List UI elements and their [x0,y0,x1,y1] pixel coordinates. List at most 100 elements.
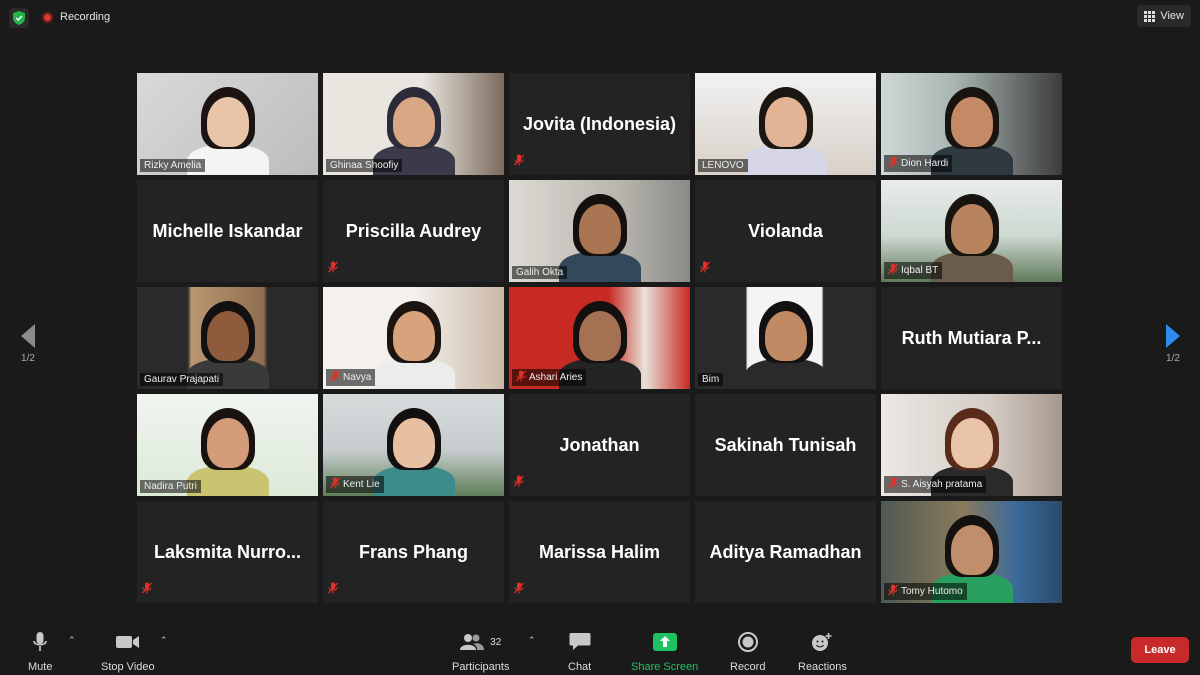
record-icon [737,632,758,652]
reactions-label: Reactions [798,661,847,673]
muted-microphone-icon [888,477,898,492]
share-screen-button[interactable]: Share Screen [631,629,698,673]
leave-button[interactable]: Leave [1131,637,1189,663]
participant-name: Ashari Aries [529,372,583,383]
muted-microphone-icon [888,584,898,599]
participant-name: Priscilla Audrey [345,220,482,241]
participant-tile[interactable]: Navya [323,287,504,389]
stop-video-label: Stop Video [101,661,155,673]
participant-tile[interactable]: Iqbal BT [881,180,1062,282]
participants-label: Participants [452,661,510,673]
smiley-add-icon [812,633,832,651]
participant-name: Jovita (Indonesia) [522,113,677,134]
participant-nameplate: Iqbal BT [884,262,943,279]
participants-options-caret[interactable]: ⌃ [528,635,536,646]
participants-icon [460,634,485,650]
muted-microphone-icon [330,370,340,385]
mute-button[interactable]: Mute [28,629,52,673]
next-page[interactable]: 1/2 [1161,322,1185,364]
reactions-button[interactable]: Reactions [798,629,847,673]
participant-nameplate: Ghinaa Shoofiy [326,159,403,172]
participant-tile[interactable]: Bim [695,287,876,389]
page-indicator-right: 1/2 [1166,353,1180,364]
mute-label: Mute [28,661,53,673]
participant-tile[interactable]: Tomy Hutomo [881,501,1062,603]
participants-count: 32 [490,636,502,648]
participant-tile[interactable]: Marissa Halim [509,501,690,603]
participant-tile[interactable]: Kent Lie [323,394,504,496]
participant-tile[interactable]: Ghinaa Shoofiy [323,73,504,175]
recording-label: Recording [60,11,111,23]
participant-nameplate: LENOVO [698,159,748,172]
participant-tile[interactable]: LENOVO [695,73,876,175]
share-screen-icon [652,633,677,651]
participant-tile[interactable]: Jonathan [509,394,690,496]
participant-name: Rizky Amelia [144,160,202,171]
muted-microphone-icon [514,153,524,171]
participant-name: Jonathan [559,434,640,455]
participants-button[interactable]: 32 Participants [452,629,509,673]
video-camera-icon [115,636,139,648]
muted-microphone-icon [888,156,898,171]
view-button[interactable]: View [1137,5,1191,27]
muted-microphone-icon [888,263,898,278]
muted-microphone-icon [514,474,524,492]
shield-icon[interactable] [9,8,29,28]
grid-view-icon [1144,10,1156,22]
view-label: View [1160,10,1184,22]
recording-indicator[interactable]: Recording [42,11,110,23]
participant-tile[interactable]: Frans Phang [323,501,504,603]
muted-microphone-icon [330,477,340,492]
participant-name: S. Aisyah pratama [901,479,983,490]
participant-tile[interactable]: Priscilla Audrey [323,180,504,282]
participant-name: Laksmita Nurro... [153,541,302,562]
share-screen-label: Share Screen [631,661,699,673]
participant-name: Violanda [748,220,823,241]
participant-tile[interactable]: Jovita (Indonesia) [509,73,690,175]
participant-name: Ruth Mutiara P... [901,327,1042,348]
participant-tile[interactable]: Sakinah Tunisah [695,394,876,496]
participant-tile[interactable]: Ruth Mutiara P... [881,287,1062,389]
participant-nameplate: Dion Hardi [884,155,953,172]
video-options-caret[interactable]: ⌃ [160,635,168,646]
participant-nameplate: Tomy Hutomo [884,583,967,600]
participant-tile[interactable]: Violanda [695,180,876,282]
participant-nameplate: Bim [698,373,724,386]
participant-nameplate: Kent Lie [326,476,384,493]
microphone-icon [33,632,48,651]
participant-name: Michelle Iskandar [152,220,303,241]
muted-microphone-icon [700,260,710,278]
participant-nameplate: Rizky Amelia [140,159,206,172]
muted-microphone-icon [142,581,152,599]
chevron-right-icon [1166,324,1180,348]
participant-nameplate: Galih Okta [512,266,568,279]
participant-tile[interactable]: Aditya Ramadhan [695,501,876,603]
participant-tile[interactable]: Galih Okta [509,180,690,282]
muted-microphone-icon [516,370,526,385]
participant-tile[interactable]: Rizky Amelia [137,73,318,175]
participant-nameplate: Gaurav Prajapati [140,373,224,386]
record-button[interactable]: Record [730,629,765,673]
participant-name: Galih Okta [516,267,564,278]
participant-name: Dion Hardi [901,158,949,169]
participant-name: Nadira Putri [144,481,197,492]
mute-options-caret[interactable]: ⌃ [68,635,76,646]
participant-tile[interactable]: Laksmita Nurro... [137,501,318,603]
participant-tile[interactable]: Dion Hardi [881,73,1062,175]
participant-tile[interactable]: Ashari Aries [509,287,690,389]
stop-video-button[interactable]: Stop Video [101,629,155,673]
chat-bubble-icon [569,633,591,650]
chat-button[interactable]: Chat [568,629,591,673]
participant-nameplate: Nadira Putri [140,480,201,493]
muted-microphone-icon [328,260,338,278]
record-label: Record [730,661,766,673]
participant-name: Tomy Hutomo [901,586,963,597]
previous-page[interactable]: 1/2 [16,322,40,364]
participant-name: Bim [702,374,720,385]
participant-tile[interactable]: Nadira Putri [137,394,318,496]
participant-name: Navya [343,372,372,383]
participant-tile[interactable]: Gaurav Prajapati [137,287,318,389]
chat-label: Chat [568,661,592,673]
participant-tile[interactable]: Michelle Iskandar [137,180,318,282]
participant-tile[interactable]: S. Aisyah pratama [881,394,1062,496]
